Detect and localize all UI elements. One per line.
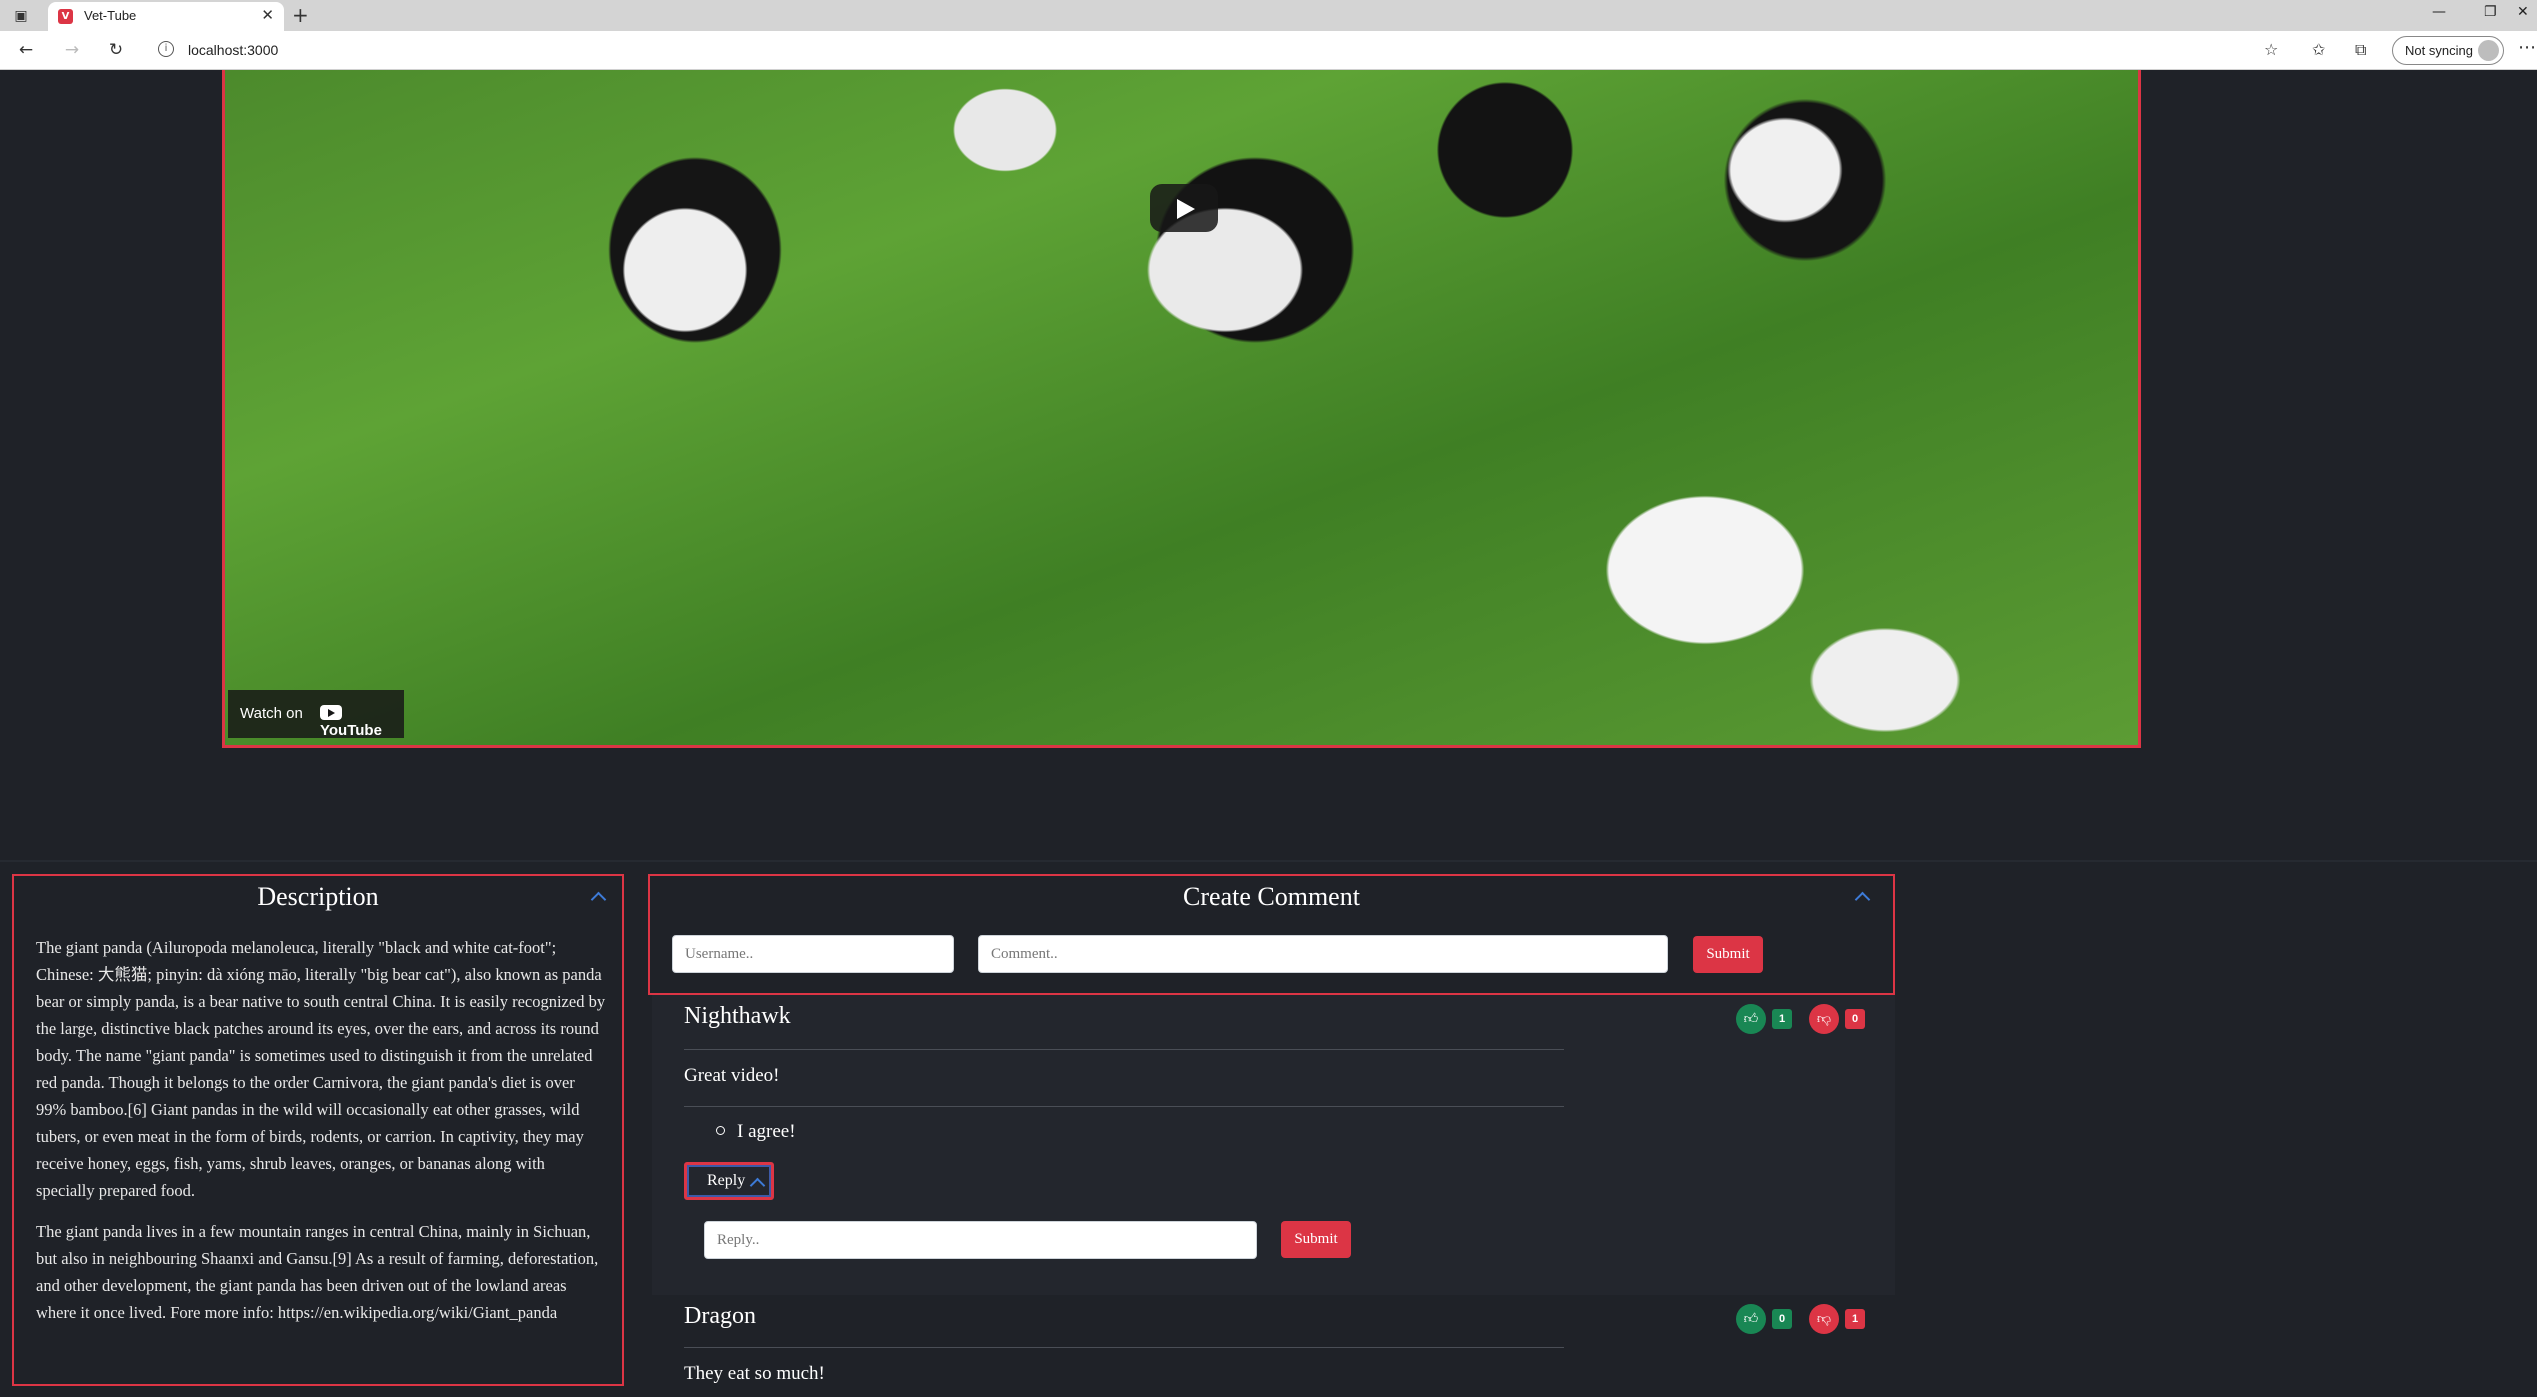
submit-reply-button[interactable]: Submit	[1281, 1221, 1351, 1258]
chevron-up-icon	[749, 1174, 765, 1190]
browser-tab[interactable]: V Vet-Tube ✕	[48, 2, 284, 31]
comment-username: Dragon	[684, 1303, 756, 1329]
info-icon[interactable]: i	[158, 41, 174, 57]
browser-tab-bar: ▣ V Vet-Tube ✕ + — ❐ ✕	[0, 0, 2537, 31]
reply-text: I agree!	[737, 1121, 796, 1142]
youtube-icon	[320, 705, 342, 720]
watch-on-label: Watch on	[240, 705, 303, 722]
comment-divider	[684, 1106, 1564, 1107]
dislike-count: 0	[1845, 1009, 1865, 1029]
reply-input[interactable]: Reply..	[704, 1221, 1257, 1259]
play-icon[interactable]	[1150, 184, 1218, 232]
profile-sync-button[interactable]: Not syncing	[2392, 36, 2504, 65]
sync-label: Not syncing	[2405, 43, 2473, 58]
comment-input[interactable]: Comment..	[978, 935, 1668, 973]
create-comment-title: Create Comment	[1183, 882, 1360, 911]
username-input[interactable]: Username..	[672, 935, 954, 973]
watch-on-youtube-link[interactable]: Watch on YouTube	[228, 690, 404, 739]
comment-divider	[684, 1347, 1564, 1348]
forward-arrow-icon[interactable]: →	[60, 39, 84, 61]
create-comment-panel: Create Comment Username.. Comment.. Subm…	[648, 874, 1895, 995]
address-bar: ← → ↻ i localhost:3000 ☆ ✩ ⧉ Not syncing…	[0, 31, 2537, 70]
submit-comment-button[interactable]: Submit	[1693, 936, 1763, 973]
description-paragraph: The giant panda lives in a few mountain …	[36, 1222, 599, 1322]
comments-list: Nighthawk 👍︎ 1 👎︎ 0 Great video! I agree…	[652, 995, 1895, 1397]
thumbs-down-icon[interactable]: 👎︎	[1809, 1304, 1839, 1334]
star-plus-icon[interactable]: ☆	[2264, 40, 2278, 59]
avatar	[2478, 40, 2499, 61]
close-tab-icon[interactable]: ✕	[261, 6, 274, 24]
comment-divider	[684, 1049, 1564, 1050]
favorites-icon[interactable]: ✩	[2312, 40, 2325, 59]
back-arrow-icon[interactable]: ←	[14, 39, 38, 61]
url-text: localhost:3000	[188, 42, 279, 58]
like-count: 0	[1772, 1309, 1792, 1329]
url-field[interactable]: i localhost:3000	[150, 37, 2250, 64]
bullet-icon	[716, 1126, 725, 1135]
reply-label: Reply	[707, 1172, 746, 1189]
description-text: The giant panda (Ailuropoda melanoleuca,…	[36, 934, 606, 1340]
new-tab-icon[interactable]: +	[292, 3, 309, 27]
youtube-logo: YouTube	[320, 705, 404, 739]
more-icon[interactable]: ⋯	[2518, 37, 2536, 58]
collapse-create-comment-icon[interactable]	[1854, 888, 1870, 904]
thumbs-down-icon[interactable]: 👎︎	[1809, 1004, 1839, 1034]
tab-actions-icon[interactable]: ▣	[10, 6, 32, 26]
collapse-description-icon[interactable]	[590, 888, 606, 904]
comment-text: Great video!	[684, 1065, 780, 1086]
youtube-label: YouTube	[320, 722, 382, 739]
refresh-icon[interactable]: ↻	[104, 39, 128, 61]
reply-toggle-button[interactable]: Reply	[684, 1162, 774, 1200]
thumbs-up-icon[interactable]: 👍︎	[1736, 1004, 1766, 1034]
description-title: Description	[257, 882, 379, 911]
minimize-icon[interactable]: —	[2432, 4, 2446, 20]
video-player[interactable]: Watch on YouTube	[222, 70, 2141, 748]
comment-text: They eat so much!	[684, 1363, 825, 1384]
collections-icon[interactable]: ⧉	[2355, 40, 2366, 60]
description-paragraph: The giant panda (Ailuropoda melanoleuca,…	[36, 938, 606, 1200]
tab-title: Vet-Tube	[84, 8, 137, 23]
section-divider	[0, 860, 2537, 862]
like-count: 1	[1772, 1009, 1792, 1029]
comment-username: Nighthawk	[684, 1003, 791, 1029]
comment-item: Dragon 👍︎ 0 👎︎ 1 They eat so much!	[652, 1295, 1895, 1397]
site-favicon-icon: V	[58, 9, 73, 24]
restore-icon[interactable]: ❐	[2484, 4, 2497, 20]
reply-item: I agree!	[716, 1121, 796, 1143]
dislike-count: 1	[1845, 1309, 1865, 1329]
thumbs-up-icon[interactable]: 👍︎	[1736, 1304, 1766, 1334]
description-panel: Description The giant panda (Ailuropoda …	[12, 874, 624, 1386]
close-window-icon[interactable]: ✕	[2517, 4, 2529, 20]
